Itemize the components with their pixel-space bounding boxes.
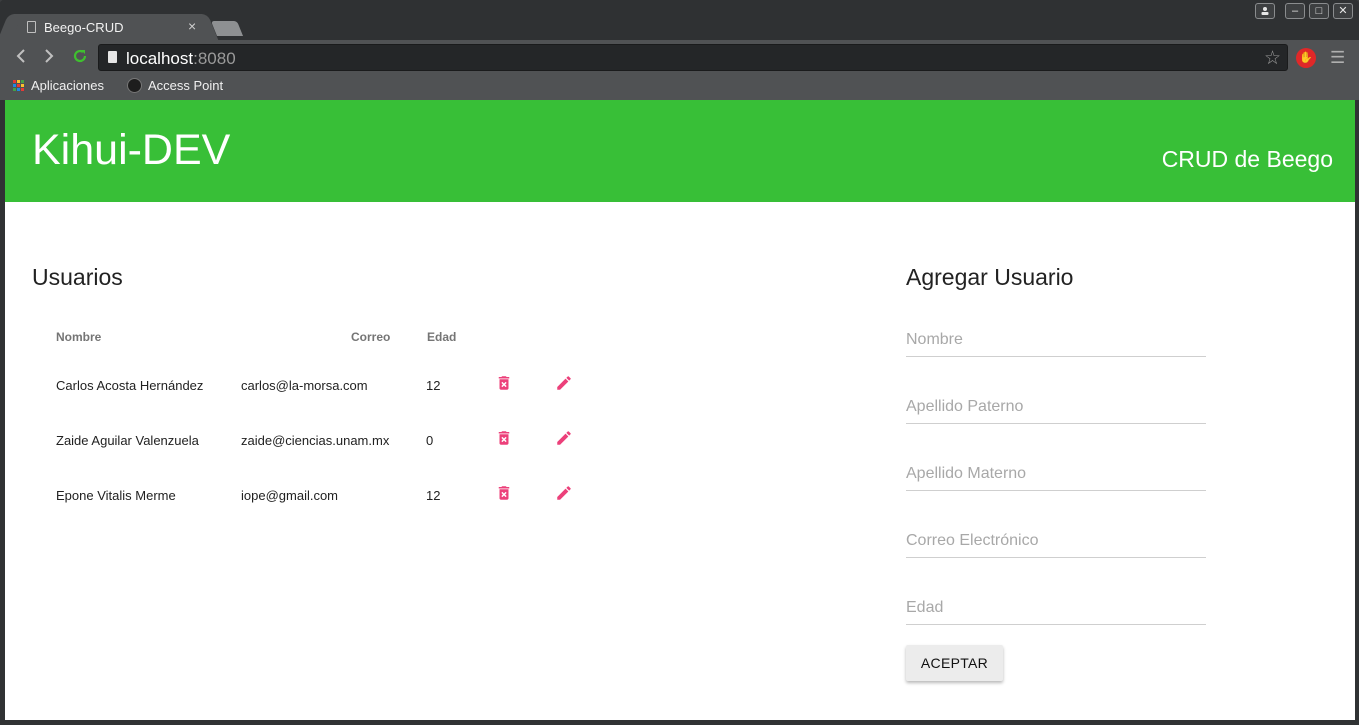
pencil-icon[interactable] bbox=[555, 484, 573, 502]
edad-field bbox=[906, 591, 1206, 625]
bookmarks-bar: Aplicaciones Access Point bbox=[0, 74, 1359, 100]
tab-close-icon[interactable]: × bbox=[188, 18, 196, 34]
page-viewport: Kihui-DEV CRUD de Beego Usuarios Agregar… bbox=[5, 100, 1355, 720]
url-text: localhost:8080 bbox=[126, 49, 236, 68]
bookmark-star-icon[interactable]: ☆ bbox=[1264, 47, 1281, 70]
brand-logo[interactable]: Kihui-DEV bbox=[32, 126, 230, 175]
bookmark-access-point[interactable]: Access Point bbox=[127, 78, 223, 93]
cell-edad: 0 bbox=[426, 433, 434, 448]
correo-field bbox=[906, 524, 1206, 558]
adblock-extension-icon[interactable]: ✋ bbox=[1296, 48, 1316, 68]
apellido-materno-input[interactable] bbox=[906, 457, 1206, 490]
cell-nombre: Carlos Acosta Hernández bbox=[56, 378, 204, 393]
edad-input[interactable] bbox=[906, 591, 1206, 624]
bookmark-label: Aplicaciones bbox=[31, 78, 104, 93]
add-user-title: Agregar Usuario bbox=[906, 264, 1074, 290]
new-tab-button[interactable] bbox=[210, 21, 244, 36]
apps-grid-icon bbox=[13, 79, 25, 92]
nav-link-crud[interactable]: CRUD de Beego bbox=[1162, 146, 1333, 173]
tab-title: Beego-CRUD bbox=[44, 20, 124, 35]
profile-icon[interactable] bbox=[1255, 3, 1275, 19]
page-info-icon[interactable] bbox=[108, 51, 117, 63]
github-icon bbox=[127, 78, 142, 93]
column-header-correo: Correo bbox=[351, 330, 391, 344]
aceptar-button[interactable]: ACEPTAR bbox=[906, 645, 1003, 681]
forward-icon[interactable] bbox=[44, 48, 54, 67]
bookmark-apps[interactable]: Aplicaciones bbox=[13, 78, 104, 93]
pencil-icon[interactable] bbox=[555, 374, 573, 392]
apellido-materno-field bbox=[906, 457, 1206, 491]
address-bar[interactable]: localhost:8080 ☆ bbox=[98, 44, 1288, 71]
cell-correo: iope@gmail.com bbox=[241, 488, 339, 503]
window-controls: – □ ✕ bbox=[1255, 3, 1353, 19]
minimize-button[interactable]: – bbox=[1285, 3, 1305, 19]
apellido-paterno-field bbox=[906, 390, 1206, 424]
users-section-title: Usuarios bbox=[32, 264, 123, 290]
delete-forever-icon[interactable] bbox=[495, 429, 513, 447]
maximize-button[interactable]: □ bbox=[1309, 3, 1329, 19]
cell-edad: 12 bbox=[426, 488, 441, 503]
reload-icon[interactable] bbox=[72, 48, 88, 67]
cell-nombre: Epone Vitalis Merme bbox=[56, 488, 176, 503]
delete-forever-icon[interactable] bbox=[495, 374, 513, 392]
cell-correo: carlos@la-morsa.com bbox=[241, 378, 368, 393]
browser-window: Beego-CRUD × – □ ✕ localhost:8080 ☆ ✋ ☰ … bbox=[0, 0, 1359, 725]
delete-forever-icon[interactable] bbox=[495, 484, 513, 502]
cell-nombre: Zaide Aguilar Valenzuela bbox=[56, 433, 199, 448]
apellido-paterno-input[interactable] bbox=[906, 390, 1206, 423]
browser-tab[interactable]: Beego-CRUD × bbox=[10, 14, 206, 40]
correo-input[interactable] bbox=[906, 524, 1206, 557]
nombre-field bbox=[906, 323, 1206, 357]
column-header-edad: Edad bbox=[427, 330, 457, 344]
nombre-input[interactable] bbox=[906, 323, 1206, 356]
column-header-nombre: Nombre bbox=[56, 330, 102, 344]
back-icon[interactable] bbox=[16, 48, 26, 67]
page-favicon-icon bbox=[27, 21, 36, 33]
pencil-icon[interactable] bbox=[555, 429, 573, 447]
menu-icon[interactable]: ☰ bbox=[1330, 49, 1345, 66]
site-header: Kihui-DEV CRUD de Beego bbox=[5, 100, 1355, 202]
browser-toolbar: localhost:8080 ☆ ✋ ☰ bbox=[0, 40, 1359, 74]
cell-edad: 12 bbox=[426, 378, 441, 393]
cell-correo: zaide@ciencias.unam.mx bbox=[241, 433, 390, 448]
title-bar: Beego-CRUD × – □ ✕ bbox=[0, 0, 1359, 40]
bookmark-label: Access Point bbox=[148, 78, 224, 93]
close-window-button[interactable]: ✕ bbox=[1333, 3, 1353, 19]
